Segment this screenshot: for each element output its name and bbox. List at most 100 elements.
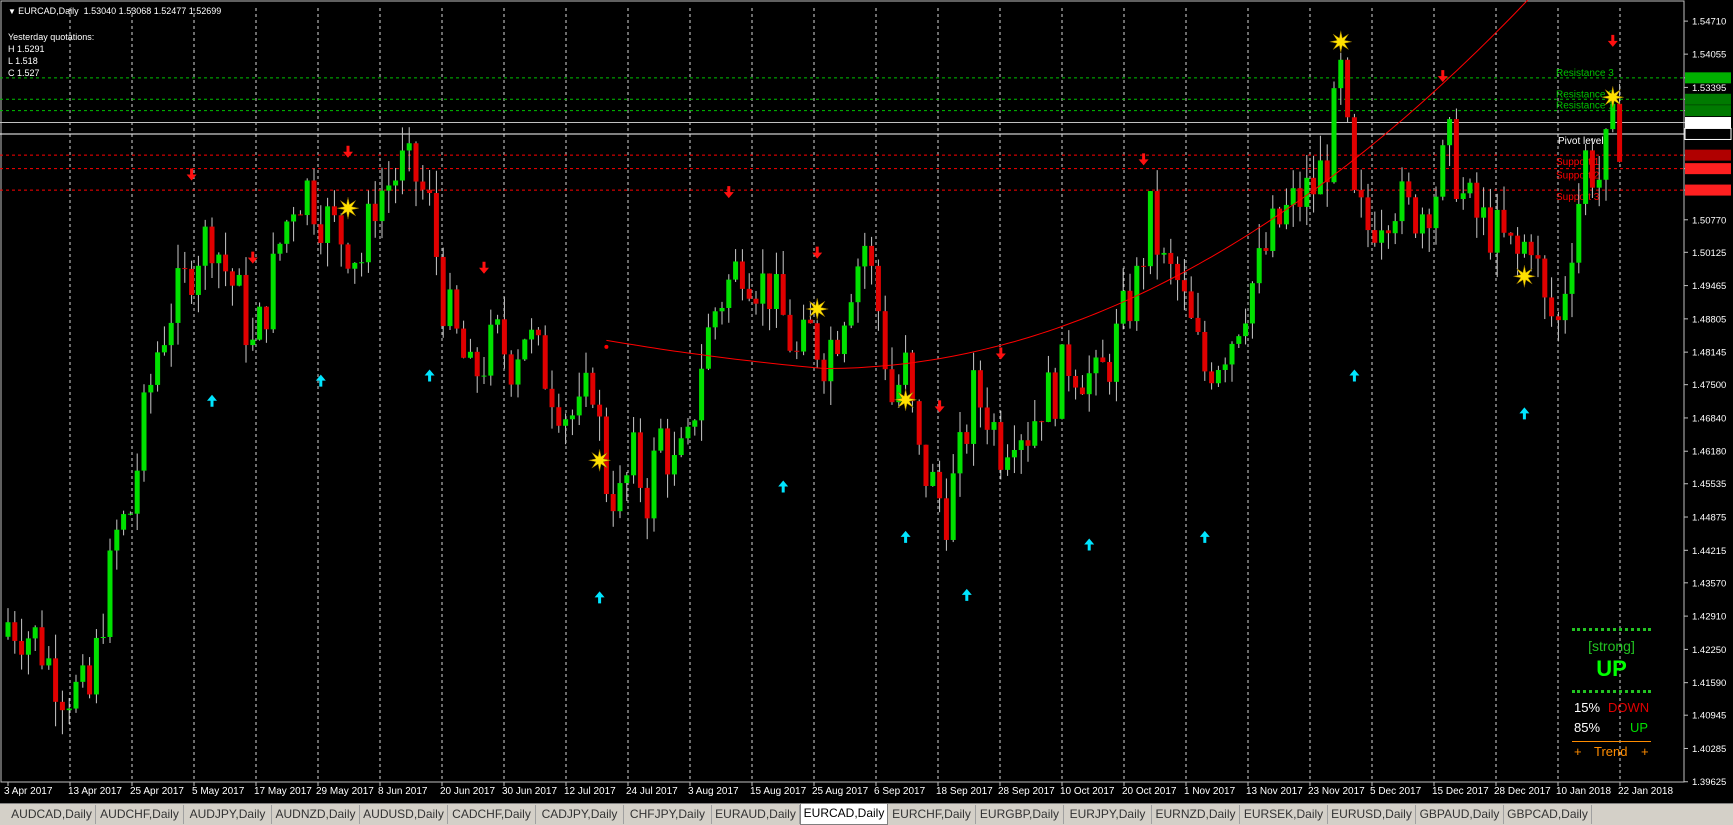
bull-candle xyxy=(529,329,535,340)
tab-eurjpy[interactable]: EURJPY,Daily xyxy=(1064,805,1152,824)
bear-candle xyxy=(984,407,990,430)
tab-audnzd[interactable]: AUDNZD,Daily xyxy=(272,805,360,824)
bull-candle xyxy=(359,262,365,264)
trend-panel-top-dots xyxy=(1572,628,1651,631)
date-label: 15 Aug 2017 xyxy=(750,786,807,797)
collapse-triangle-icon[interactable]: ▼ xyxy=(8,7,18,16)
bear-candle xyxy=(923,444,929,486)
price-label: 1.41590 xyxy=(1692,678,1726,689)
bull-candle xyxy=(175,268,181,323)
price-chart[interactable]: 3 Apr 2017 13 Apr 2017 25 Apr 2017 5 May 20… xyxy=(0,0,1733,803)
up-label: UP xyxy=(1630,720,1649,735)
tab-eurusd[interactable]: EURUSD,Daily xyxy=(1328,805,1416,824)
bull-candle xyxy=(141,392,147,471)
bull-candle xyxy=(352,262,358,269)
date-label: 12 Jul 2017 xyxy=(564,786,616,797)
bull-candle xyxy=(1134,265,1140,322)
date-label: 20 Oct 2017 xyxy=(1122,786,1177,797)
bull-candle xyxy=(685,426,691,439)
bull-candle xyxy=(1113,323,1119,382)
price-label: 1.44875 xyxy=(1692,513,1726,524)
bull-candle xyxy=(127,513,133,515)
bull-candle xyxy=(705,327,711,369)
bull-candle xyxy=(1481,207,1487,218)
bull-candle xyxy=(760,273,766,304)
bear-candle xyxy=(508,354,514,385)
bull-candle xyxy=(1447,119,1453,146)
bear-candle xyxy=(1188,291,1194,318)
tab-gbpcad[interactable]: GBPCAD,Daily xyxy=(1504,805,1592,824)
buy-arrow-icon xyxy=(1349,369,1360,382)
bear-candle xyxy=(1474,182,1480,218)
bull-candle xyxy=(801,319,807,352)
level-price-box xyxy=(1685,149,1731,161)
bear-candle xyxy=(331,206,337,216)
tab-eurnzd[interactable]: EURNZD,Daily xyxy=(1152,805,1240,824)
bull-candle xyxy=(773,274,779,309)
buy-arrow-icon xyxy=(1084,538,1095,551)
tab-audusd[interactable]: AUDUSD,Daily xyxy=(360,805,448,824)
bear-candle xyxy=(413,143,419,182)
date-label: 23 Nov 2017 xyxy=(1308,786,1365,797)
yesterday-title: Yesterday quotations: xyxy=(8,32,95,42)
bear-candle xyxy=(1263,248,1269,251)
tab-cadchf[interactable]: CADCHF,Daily xyxy=(448,805,536,824)
bull-candle xyxy=(1018,440,1024,450)
price-label: 1.44215 xyxy=(1692,546,1726,557)
bull-candle xyxy=(1045,372,1051,422)
bear-candle xyxy=(937,471,943,499)
date-label: 3 Apr 2017 xyxy=(4,786,53,797)
bear-candle xyxy=(461,328,467,358)
tab-eurchf[interactable]: EURCHF,Daily xyxy=(888,805,976,824)
price-label: 1.49465 xyxy=(1692,281,1726,292)
bear-candle xyxy=(644,487,650,519)
tab-audjpy[interactable]: AUDJPY,Daily xyxy=(184,805,272,824)
bull-candle xyxy=(903,352,909,385)
bull-candle xyxy=(236,274,242,286)
extreme-star-icon xyxy=(894,388,917,411)
tab-audchf[interactable]: AUDCHF,Daily xyxy=(96,805,184,824)
trend-curve-start-dot xyxy=(604,344,609,349)
bull-candle xyxy=(678,438,684,456)
tab-cadjpy[interactable]: CADJPY,Daily xyxy=(536,805,624,824)
bull-candle xyxy=(1433,196,1439,229)
bull-candle xyxy=(5,622,11,637)
level-price-box xyxy=(1685,184,1731,196)
level-label-resistance-2: Resistance 2 xyxy=(1556,89,1614,100)
tab-chfjpy[interactable]: CHFJPY,Daily xyxy=(624,805,712,824)
bull-candle xyxy=(148,384,154,393)
tab-eurcad[interactable]: EURCAD,Daily xyxy=(800,804,888,825)
price-label: 1.48805 xyxy=(1692,314,1726,325)
bear-candle xyxy=(209,226,215,264)
extreme-star-icon xyxy=(1513,265,1536,288)
bear-candle xyxy=(835,339,841,355)
bear-candle xyxy=(1052,372,1058,419)
bull-candle xyxy=(515,359,521,385)
tab-eurgbp[interactable]: EURGBP,Daily xyxy=(976,805,1064,824)
bear-candle xyxy=(875,265,881,312)
bull-candle xyxy=(495,319,501,325)
bear-candle xyxy=(1066,344,1072,376)
symbol-tabs-bar: AUDCAD,Daily AUDCHF,Daily AUDJPY,Daily AUDN… xyxy=(0,803,1733,825)
bear-candle xyxy=(943,498,949,540)
bear-candle xyxy=(1079,387,1085,395)
bull-candle xyxy=(930,471,936,486)
bull-candle xyxy=(1494,209,1500,253)
tab-euraud[interactable]: EURAUD,Daily xyxy=(712,805,800,824)
price-label: 1.46180 xyxy=(1692,447,1726,458)
bear-candle xyxy=(746,288,752,299)
bull-candle xyxy=(583,372,589,397)
bear-candle xyxy=(1195,317,1201,332)
bull-candle xyxy=(393,180,399,186)
bear-candle xyxy=(1141,265,1147,267)
bear-candle xyxy=(1168,252,1174,264)
bull-candle xyxy=(107,550,113,638)
tab-eursek[interactable]: EURSEK,Daily xyxy=(1240,805,1328,824)
bull-candle xyxy=(1093,357,1099,374)
tab-audcad[interactable]: AUDCAD,Daily xyxy=(8,805,96,824)
date-label: 8 Jun 2017 xyxy=(378,786,428,797)
bull-candle xyxy=(291,214,297,222)
sell-arrow-icon xyxy=(1607,34,1618,47)
tab-gbpaud[interactable]: GBPAUD,Daily xyxy=(1416,805,1504,824)
bull-candle xyxy=(1120,290,1126,324)
